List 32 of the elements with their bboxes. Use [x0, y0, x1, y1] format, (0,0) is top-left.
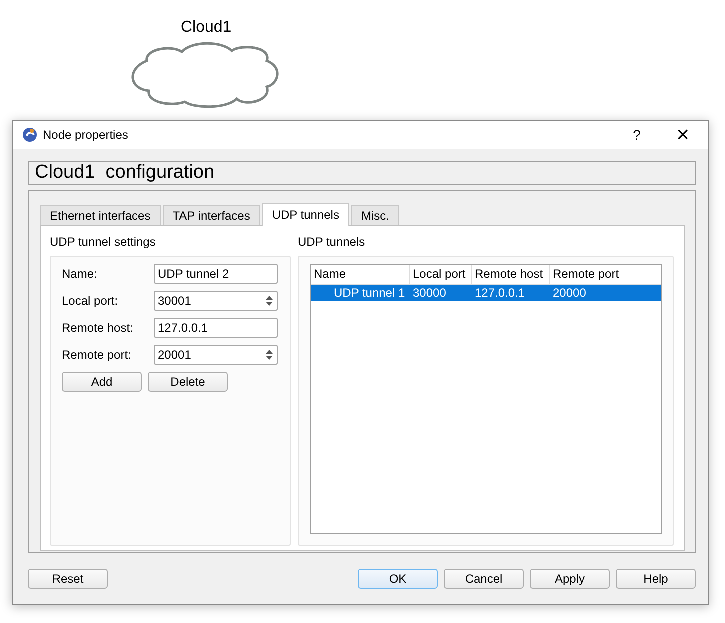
field-label: Remote host:	[62, 321, 134, 335]
app-icon	[22, 127, 38, 143]
window-title: Node properties	[43, 128, 130, 142]
dialog-button[interactable]: Help	[616, 569, 696, 589]
group-title: UDP tunnels	[298, 235, 366, 250]
dialog-button[interactable]: Cancel	[444, 569, 524, 589]
action-button[interactable]: Add	[62, 372, 142, 392]
configuration-header: Cloud1 configuration	[28, 161, 696, 185]
close-button[interactable]: ×	[660, 121, 706, 149]
tab[interactable]: UDP tunnels	[262, 203, 350, 226]
column-header[interactable]: Remote host	[472, 265, 550, 284]
column-header[interactable]: Local port	[410, 265, 472, 284]
tab[interactable]: Ethernet interfaces	[40, 205, 161, 225]
node-label: Cloud1	[181, 19, 232, 37]
field-label: Name:	[62, 267, 98, 281]
field-label: Remote port:	[62, 348, 132, 362]
table-row[interactable]: UDP tunnel 1 30000 127.0.0.1 20000	[311, 285, 661, 301]
dialog-button[interactable]: OK	[358, 569, 438, 589]
spin-field[interactable]: 30001	[154, 291, 278, 311]
input-field[interactable]: 127.0.0.1	[154, 318, 278, 338]
tab[interactable]: Misc.	[351, 205, 400, 225]
dialog-button[interactable]: Reset	[28, 569, 108, 589]
column-header[interactable]: Remote port	[550, 265, 650, 284]
help-button[interactable]: ?	[614, 121, 660, 149]
tab[interactable]: TAP interfaces	[162, 205, 260, 225]
input-field[interactable]: UDP tunnel 2	[154, 264, 278, 284]
group-title: UDP tunnel settings	[50, 235, 156, 250]
field-label: Local port:	[62, 294, 120, 308]
spin-field[interactable]: 20001	[154, 345, 278, 365]
action-button[interactable]: Delete	[148, 372, 228, 392]
dialog-button[interactable]: Apply	[530, 569, 610, 589]
column-header[interactable]: Name	[311, 265, 410, 284]
